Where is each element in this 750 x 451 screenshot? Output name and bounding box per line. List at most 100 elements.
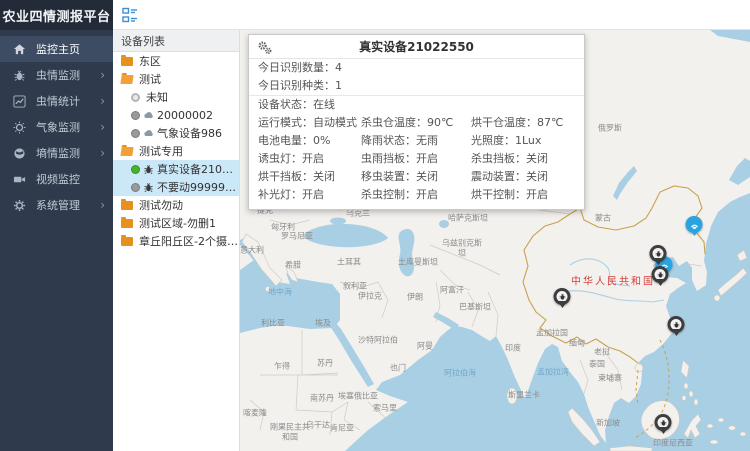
map-label-country: 斯里兰卡 [508,390,540,401]
weather-device-icon [143,110,154,121]
sidebar-item-monitor-home[interactable]: 监控主页 [0,36,113,62]
status-dot-gray [131,129,140,138]
popup-stat: 杀虫仓温度：90℃ [361,114,471,132]
map-label-china: 中华人民共和国 [571,273,655,288]
popup-stat: 烘干仓温度：87℃ [471,114,584,132]
bug-icon [557,291,568,302]
tree-device-donttouch[interactable]: 不要动99999999 [113,178,239,196]
map-label-country: 索马里 [373,403,397,414]
device-marker-weather[interactable] [686,216,703,233]
map-label-country: 南苏丹 [310,393,334,404]
app-title: 农业四情测报平台 [0,0,113,30]
chevron-right-icon: › [100,69,105,81]
tree-folder-east[interactable]: 东区 [113,52,239,70]
tree-label: 测试勿动 [139,197,183,213]
map-label-country: 埃塞俄比亚 [338,391,378,402]
popup-stat: 降雨状态：无雨 [361,132,471,150]
device-marker-insect[interactable] [655,414,672,431]
popup-stats-grid: 运行模式：自动模式 杀虫仓温度：90℃ 烘干仓温度：87℃ 电池电量：0% 降雨… [249,114,584,204]
popup-stat: 震动装置：关闭 [471,168,584,186]
map-label-sea: 孟加拉湾 [537,367,569,378]
tree-label: 真实设备21022550 [157,161,239,177]
device-marker-insect[interactable] [650,245,667,262]
tree-label: 测试 [139,71,161,87]
map-label-country: 老挝 [594,347,610,358]
bug-icon [653,248,664,259]
folder-open-icon [120,75,133,84]
device-list-header: 设备列表 [113,30,239,52]
popup-header: 真实设备21022550 [249,35,584,59]
tree-label: 测试区域-勿删1 [139,215,216,231]
sidebar-item-label: 视频监控 [36,171,105,187]
chevron-right-icon: › [100,121,105,133]
tree-item-unknown[interactable]: 未知 [113,88,239,106]
tree-device-weather986[interactable]: 气象设备986 [113,124,239,142]
gears-settings-icon[interactable] [257,40,272,55]
map-label-country: 利比亚 [261,318,285,329]
device-marker-insect[interactable] [668,316,685,333]
status-dot-gray [131,111,140,120]
chevron-right-icon: › [100,147,105,159]
tree-folder-zhangqiu[interactable]: 章丘阳丘区-2个摄像头 [113,232,239,250]
map-label-country: 刚果民主共和国 [267,422,313,441]
insect-device-icon [143,164,154,175]
device-marker-insect[interactable] [554,288,571,305]
folder-open-icon [120,147,133,156]
map-label-country: 土库曼斯坦 [398,257,438,268]
sidebar-item-video-monitor[interactable]: 视频监控 [0,166,113,192]
tree-folder-test[interactable]: 测试 [113,70,239,88]
map-label-country: 希腊 [285,260,301,271]
map-label-country: 蒙古 [595,213,611,224]
tree-folder-test-special[interactable]: 测试专用 [113,142,239,160]
map-label-country: 阿富汗 [440,285,464,296]
tree-label: 未知 [146,89,168,105]
map-label-country: 孟加拉国 [536,328,568,339]
tree-folder-test-area[interactable]: 测试区域-勿删1 [113,214,239,232]
map-label-country: 喀麦隆 [243,408,267,419]
gear-icon [12,198,26,212]
popup-stat-count: 今日识别数量：4 [249,59,584,77]
tree-label: 不要动99999999 [157,179,239,195]
tree-label: 章丘阳丘区-2个摄像头 [139,233,239,249]
map-label-country: 乍得 [274,361,290,372]
map-label-country: 罗马尼亚 [281,231,313,242]
sidebar-item-insect-stats[interactable]: 虫情统计 › [0,88,113,114]
tree-device-real-21022550[interactable]: 真实设备21022550 [113,160,239,178]
globe-icon [12,146,26,160]
sidebar-item-system-admin[interactable]: 系统管理 › [0,192,113,218]
device-info-popup: 真实设备21022550 今日识别数量：4 今日识别种类：1 设备状态：在线 运… [248,34,585,210]
bug-icon [658,417,669,428]
map-label-country: 缅甸 [569,338,585,349]
popup-stat: 虫雨挡板：开启 [361,150,471,168]
status-dot-gray [131,183,140,192]
popup-stat: 诱虫灯：开启 [258,150,361,168]
sidebar-item-label: 虫情统计 [36,93,100,109]
popup-device-status: 设备状态：在线 [249,96,584,114]
map-label-country: 印度尼西亚 [653,438,693,449]
device-marker-insect[interactable] [652,266,669,283]
popup-stat-types: 今日识别种类：1 [249,77,584,95]
sidebar-item-label: 系统管理 [36,197,100,213]
folder-icon [121,201,133,210]
weather-device-icon [143,128,154,139]
sidebar-item-insect-monitor[interactable]: 虫情监测 › [0,62,113,88]
tree-toggle-icon[interactable] [122,7,138,23]
popup-stat: 运行模式：自动模式 [258,114,361,132]
bug-icon [671,319,682,330]
bug-icon [12,68,26,82]
tree-device-20000002[interactable]: 20000002 [113,106,239,124]
tree-folder-test-nomove[interactable]: 测试勿动 [113,196,239,214]
tree-label: 测试专用 [139,143,183,159]
chevron-right-icon: › [100,199,105,211]
map-label-country: 哈萨克斯坦 [448,213,488,224]
chevron-right-icon: › [100,95,105,107]
sun-icon [12,120,26,134]
home-icon [12,42,26,56]
topbar [113,0,750,30]
map-label-country: 柬埔寨 [598,373,622,384]
popup-stat: 光照度：1Lux [471,132,584,150]
sidebar-item-weather-monitor[interactable]: 气象监测 › [0,114,113,140]
sidebar-item-soil-monitor[interactable]: 墒情监测 › [0,140,113,166]
sidebar-item-label: 虫情监测 [36,67,100,83]
map-label-country: 乌兹别克斯坦 [439,238,485,257]
